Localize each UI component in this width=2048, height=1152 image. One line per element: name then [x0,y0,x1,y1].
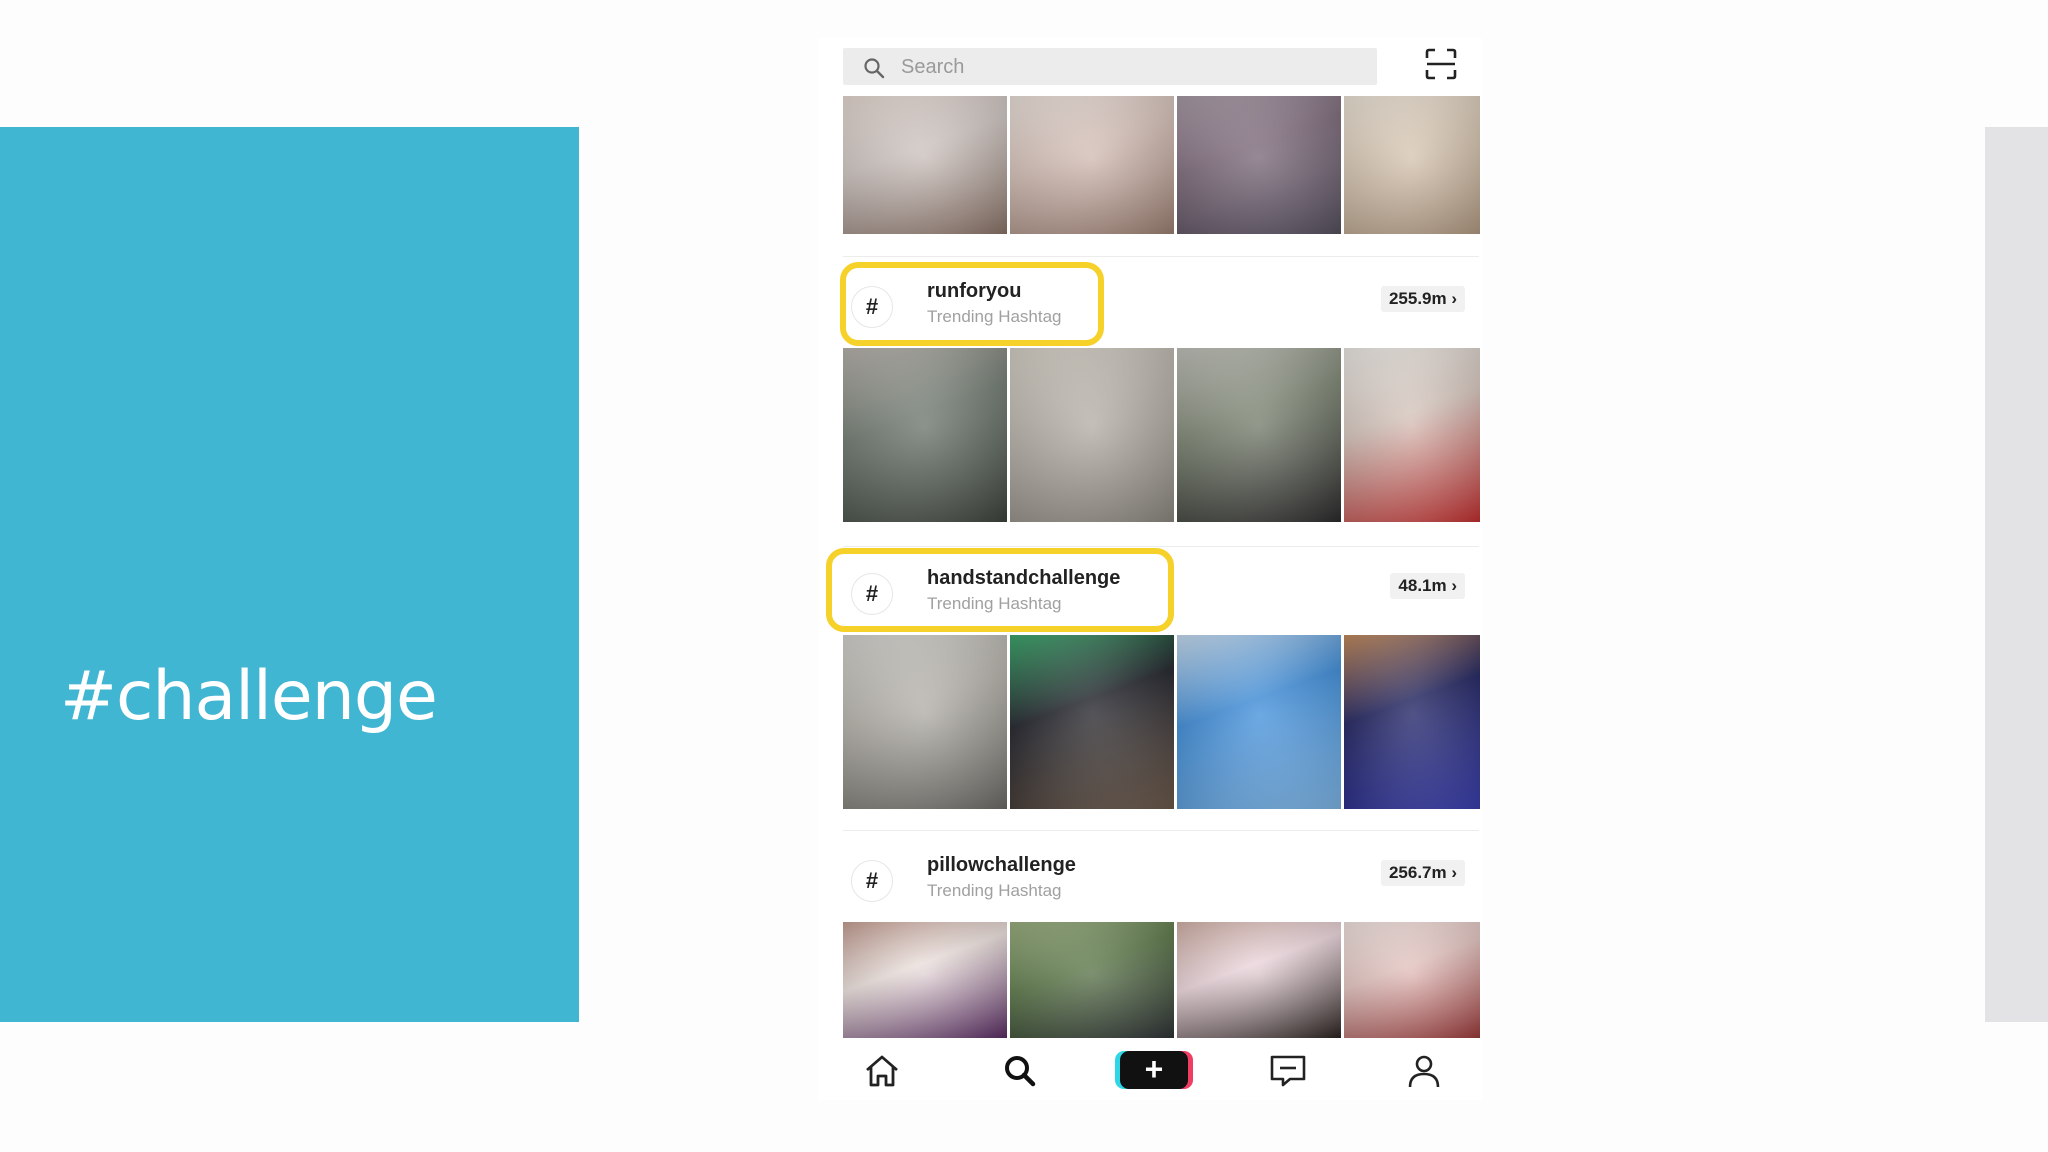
video-thumbnail[interactable] [1177,922,1341,1038]
video-thumbnail[interactable] [1344,96,1480,234]
inbox-icon[interactable] [1268,1053,1308,1089]
highlight-circle [840,262,1104,346]
video-thumbnail[interactable] [1344,922,1480,1038]
hashtag-name: pillowchallenge [927,854,1076,876]
view-count-button[interactable]: 48.1m › [1390,573,1465,599]
highlight-circle [826,548,1174,632]
bottom-navigation: + [818,1041,1482,1100]
search-input[interactable]: Search [843,48,1377,85]
scan-icon[interactable] [1424,47,1458,81]
divider [843,546,1479,547]
video-thumbnail[interactable] [1010,635,1174,809]
video-thumbnail[interactable] [843,96,1007,234]
discover-icon[interactable] [1000,1053,1040,1089]
hashtag-header-pillowchallenge[interactable]: # pillowchallenge Trending Hashtag 256.7… [843,850,1479,910]
video-thumbnail[interactable] [1344,348,1480,522]
accent-panel: #challenge [0,127,579,1022]
home-icon[interactable] [862,1053,902,1089]
tiktok-discover-screen: Search # runforyou Trending Hashtag 255.… [818,38,1482,1100]
create-button[interactable]: + [1120,1051,1188,1089]
hashtag-video-row [843,348,1480,522]
view-count-button[interactable]: 255.9m › [1380,286,1465,312]
video-thumbnail[interactable] [1177,635,1341,809]
video-thumbnail[interactable] [843,922,1007,1038]
video-thumbnail[interactable] [1010,348,1174,522]
profile-icon[interactable] [1404,1053,1444,1089]
video-thumbnail[interactable] [1177,96,1341,234]
video-thumbnail[interactable] [843,635,1007,809]
search-placeholder: Search [901,56,965,78]
search-icon [864,58,885,79]
side-strip [1985,127,2048,1022]
hashtag-subtitle: Trending Hashtag [927,881,1062,900]
hashtag-video-row [843,922,1480,1038]
slide-title: #challenge [60,657,438,736]
hashtag-icon: # [851,860,893,902]
video-thumbnail[interactable] [1010,922,1174,1038]
video-thumbnail[interactable] [843,348,1007,522]
hashtag-video-row [843,635,1480,809]
top-video-row [843,96,1480,234]
video-thumbnail[interactable] [1010,96,1174,234]
divider [843,256,1479,257]
video-thumbnail[interactable] [1344,635,1480,809]
video-thumbnail[interactable] [1177,348,1341,522]
divider [843,830,1479,831]
view-count-button[interactable]: 256.7m › [1380,860,1465,886]
